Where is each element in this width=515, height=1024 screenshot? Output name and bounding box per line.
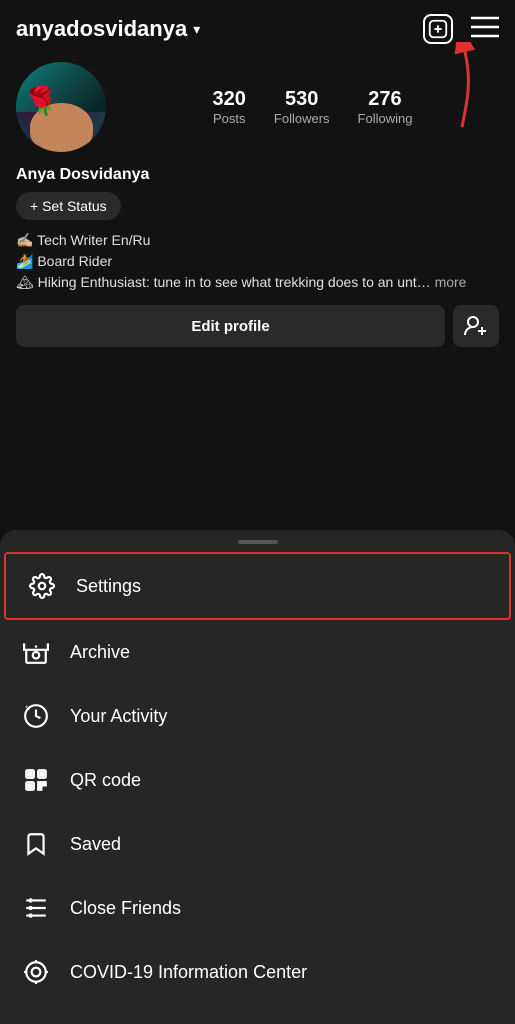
- followers-count: 530: [285, 88, 318, 111]
- stat-followers[interactable]: 530 Followers: [274, 88, 330, 126]
- covid-label: COVID-19 Information Center: [70, 962, 307, 983]
- bottom-sheet: Settings Archive Your Activity: [0, 530, 515, 1024]
- posts-count: 320: [213, 88, 246, 111]
- set-status-label: + Set Status: [30, 198, 107, 214]
- header-icons: [423, 14, 499, 44]
- menu-item-settings[interactable]: Settings: [4, 552, 511, 620]
- stat-posts[interactable]: 320 Posts: [213, 88, 246, 126]
- following-count: 276: [368, 88, 401, 111]
- profile-stats: 320 Posts 530 Followers 276 Following: [126, 88, 499, 126]
- menu-item-your-activity[interactable]: Your Activity: [0, 684, 515, 748]
- profile-name: Anya Dosvidanya: [16, 166, 499, 184]
- drag-handle[interactable]: [238, 540, 278, 544]
- followers-label: Followers: [274, 111, 330, 126]
- set-status-button[interactable]: + Set Status: [16, 192, 121, 220]
- bio-line-1: ✍🏼 Tech Writer En/Ru: [16, 230, 499, 251]
- following-label: Following: [358, 111, 413, 126]
- menu-item-close-friends[interactable]: Close Friends: [0, 876, 515, 940]
- header-left: anyadosvidanya ▾: [16, 16, 200, 42]
- qr-code-icon: [22, 766, 50, 794]
- close-friends-label: Close Friends: [70, 898, 181, 919]
- action-buttons: Edit profile: [16, 305, 499, 347]
- stat-following[interactable]: 276 Following: [358, 88, 413, 126]
- add-friend-button[interactable]: [453, 305, 499, 347]
- posts-label: Posts: [213, 111, 246, 126]
- profile-section: 🌹 320 Posts 530 Followers 276 Following …: [0, 54, 515, 363]
- bio-more-link[interactable]: more: [435, 274, 467, 290]
- profile-bio: ✍🏼 Tech Writer En/Ru 🏄 Board Rider 🏔 Hik…: [16, 230, 499, 293]
- activity-icon: [22, 702, 50, 730]
- close-friends-icon: [22, 894, 50, 922]
- archive-label: Archive: [70, 642, 130, 663]
- menu-item-archive[interactable]: Archive: [0, 620, 515, 684]
- menu-item-saved[interactable]: Saved: [0, 812, 515, 876]
- settings-icon: [28, 572, 56, 600]
- saved-icon: [22, 830, 50, 858]
- activity-label: Your Activity: [70, 706, 167, 727]
- archive-icon: [22, 638, 50, 666]
- bio-line-2: 🏄 Board Rider: [16, 251, 499, 272]
- chevron-down-icon[interactable]: ▾: [193, 21, 200, 38]
- qr-code-label: QR code: [70, 770, 141, 791]
- profile-top: 🌹 320 Posts 530 Followers 276 Following: [16, 62, 499, 152]
- menu-item-qr-code[interactable]: QR code: [0, 748, 515, 812]
- header: anyadosvidanya ▾: [0, 0, 515, 54]
- edit-profile-button[interactable]: Edit profile: [16, 305, 445, 347]
- avatar[interactable]: 🌹: [16, 62, 106, 152]
- bio-line-3: 🏔 Hiking Enthusiast: tune in to see what…: [16, 272, 499, 293]
- menu-item-covid[interactable]: COVID-19 Information Center: [0, 940, 515, 1004]
- settings-label: Settings: [76, 576, 141, 597]
- hamburger-menu-icon[interactable]: [471, 16, 499, 42]
- saved-label: Saved: [70, 834, 121, 855]
- add-post-icon[interactable]: [423, 14, 453, 44]
- username-label[interactable]: anyadosvidanya: [16, 16, 187, 42]
- covid-icon: [22, 958, 50, 986]
